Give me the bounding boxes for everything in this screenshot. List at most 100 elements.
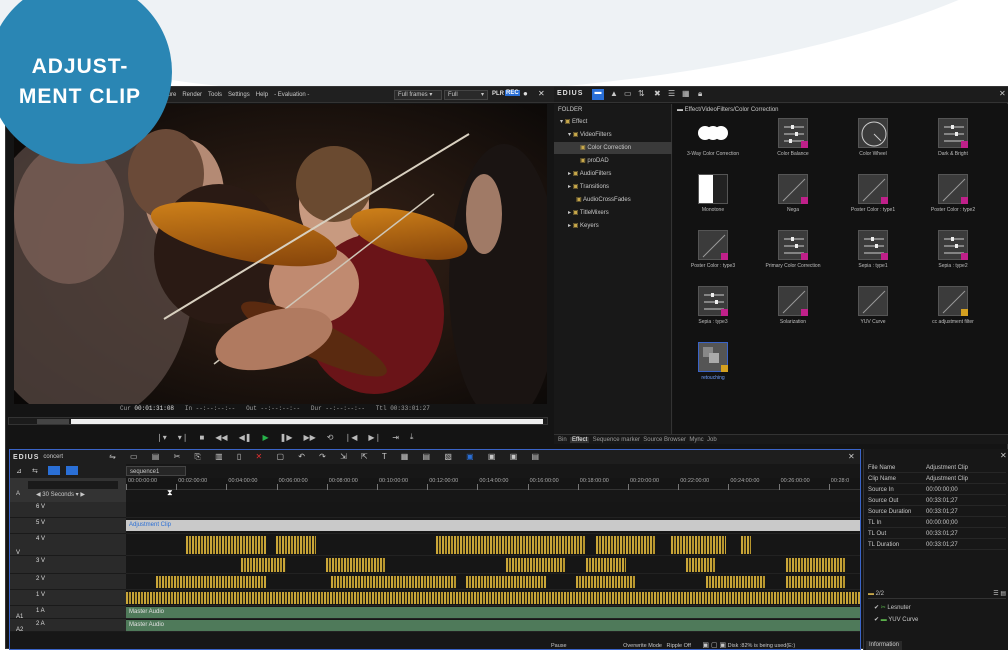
tree-color-correction[interactable]: ▣ Color Correction <box>554 142 672 154</box>
effect-cc-adjustment-filter[interactable]: cc adjustment filter <box>913 286 993 325</box>
menu-settings[interactable]: Settings <box>228 92 250 98</box>
tab-job[interactable]: Job <box>707 437 717 443</box>
lock-icon[interactable]: 🔒︎ <box>698 89 702 99</box>
video-clip[interactable] <box>741 536 751 554</box>
prev-edit-icon[interactable]: ❘◀ <box>344 433 357 442</box>
tab-source-browser[interactable]: Source Browser <box>643 437 686 443</box>
menu-help[interactable]: Help <box>256 92 268 98</box>
track-body[interactable] <box>126 502 860 518</box>
set-out-icon[interactable]: ▾❘ <box>178 433 189 442</box>
scale-select[interactable]: ◀ 30 Seconds ▾ ▶ <box>36 491 85 498</box>
timeline-toolbar[interactable]: ⇋ ▭ ▤ ✂ ⎘ ▥ ▯ ✕ ▢ ↶ ↷ ⇲ ⇱ T ▦ ▤ ▧ ▣ ▣ ▣ … <box>109 452 545 462</box>
effect-solarization[interactable]: Solarization <box>753 286 833 325</box>
track-body[interactable]: Master Audio <box>126 606 860 619</box>
track-header[interactable]: 2 V <box>10 574 126 590</box>
video-clip[interactable] <box>466 576 546 588</box>
track-header[interactable]: 3 V <box>10 556 126 574</box>
effect-color-wheel[interactable]: Color Wheel <box>833 118 913 157</box>
playhead-icon[interactable]: ⧗ <box>167 488 175 497</box>
loop-icon[interactable]: ⟲ <box>327 433 334 442</box>
effect-3way-color-correction[interactable]: 3-Way Color Correction <box>673 118 753 157</box>
player-scrub-bar[interactable] <box>8 417 548 425</box>
effect-dark-bright[interactable]: Dark & Bright <box>913 118 993 157</box>
stop-icon[interactable]: ■ <box>199 433 204 442</box>
video-clip[interactable] <box>586 558 626 572</box>
video-clip[interactable] <box>506 558 566 572</box>
video-clip[interactable] <box>241 558 286 572</box>
tree-audiofilters[interactable]: ▸ ▣ AudioFilters <box>568 168 611 180</box>
track-header[interactable]: 4 V <box>10 534 126 556</box>
tab-sequence-marker[interactable]: Sequence marker <box>593 437 640 443</box>
track-header[interactable]: 5 V <box>10 518 126 534</box>
track-body[interactable] <box>126 574 860 590</box>
tree-prodad[interactable]: ▣ proDAD <box>580 155 609 167</box>
video-clip[interactable] <box>576 576 636 588</box>
video-clip[interactable] <box>686 558 716 572</box>
step-forward-icon[interactable]: ❚▶ <box>280 433 293 442</box>
status-ripple[interactable]: Ripple Off <box>667 643 691 649</box>
info-close-icon[interactable]: ✕ <box>1000 451 1007 460</box>
sequence-tab[interactable]: sequence1 <box>126 466 186 476</box>
list-icon[interactable]: ☰ ▤ <box>993 589 1006 599</box>
sync-icon[interactable] <box>48 466 60 475</box>
effect-primary-color-correction[interactable]: Primary Color Correction <box>753 230 833 269</box>
grid-view-icon[interactable]: ▦ <box>682 89 690 98</box>
play-icon[interactable]: ▶ <box>262 433 268 442</box>
triangle-icon[interactable]: ▲ <box>610 89 618 98</box>
fast-forward-icon[interactable]: ▶▶ <box>303 433 315 442</box>
effect-poster-color-type2[interactable]: Poster Color : type2 <box>913 174 993 213</box>
tree-keyers[interactable]: ▸ ▣ Keyers <box>568 220 599 232</box>
frames-select[interactable]: Full frames ▾ <box>394 90 442 100</box>
effect-nega[interactable]: Nega <box>753 174 833 213</box>
tab-bin[interactable]: Bin <box>558 437 567 443</box>
video-clip[interactable] <box>786 576 846 588</box>
effects-close-icon[interactable]: ✕ <box>999 89 1006 98</box>
track-header[interactable]: 2 A <box>10 619 126 632</box>
sort-icon[interactable]: ⇅ <box>638 89 645 98</box>
next-edit-icon[interactable]: ▶❘ <box>368 433 381 442</box>
scale-slider[interactable] <box>28 481 118 489</box>
track-tool-icon[interactable]: ⊿ <box>16 467 22 475</box>
effect-monotone[interactable]: Monotone <box>673 174 753 213</box>
delete-icon[interactable]: ✖ <box>654 89 661 98</box>
video-clip[interactable] <box>276 536 316 554</box>
track-body[interactable] <box>126 534 860 556</box>
master-audio-clip[interactable]: Master Audio <box>126 620 860 631</box>
rewind-icon[interactable]: ◀◀ <box>215 433 227 442</box>
track-body[interactable]: Master Audio <box>126 619 860 632</box>
bin-icon[interactable]: ▭ <box>624 89 632 98</box>
video-clip[interactable] <box>186 536 266 554</box>
insert-icon[interactable]: ⇥ <box>392 433 399 442</box>
plr-button[interactable]: PLR <box>492 91 504 97</box>
master-audio-clip[interactable]: Master Audio <box>126 607 860 618</box>
link-icon[interactable] <box>66 466 78 475</box>
effect-poster-color-type1[interactable]: Poster Color : type1 <box>833 174 913 213</box>
effect-sepia-type3[interactable]: Sepia : type3 <box>673 286 753 325</box>
filter-lesnuter[interactable]: ✔ ✂ Lesnuter <box>874 604 911 614</box>
video-clip[interactable] <box>331 576 456 588</box>
overwrite-icon[interactable]: ⤓ <box>410 432 414 442</box>
status-mode[interactable]: Overwrite Mode <box>623 643 662 649</box>
timeline-close-icon[interactable]: ✕ <box>848 452 855 461</box>
step-back-icon[interactable]: ◀❚ <box>239 433 252 442</box>
menu-tools[interactable]: Tools <box>208 92 222 98</box>
video-clip[interactable] <box>706 576 766 588</box>
effect-yuv-curve[interactable]: YUV Curve <box>833 286 913 325</box>
track-header[interactable]: 6 V <box>10 502 126 518</box>
effect-sepia-type1[interactable]: Sepia : type1 <box>833 230 913 269</box>
track-body[interactable] <box>126 590 860 606</box>
tab-mync[interactable]: Mync <box>689 437 703 443</box>
rec-button[interactable]: REC <box>505 90 520 96</box>
effect-retouching[interactable]: retouching <box>673 342 753 381</box>
tree-titlemixers[interactable]: ▸ ▣ TitleMixers <box>568 207 609 219</box>
video-clip[interactable] <box>596 536 656 554</box>
track-body[interactable] <box>126 556 860 574</box>
track-body[interactable]: Adjustment Clip <box>126 518 860 534</box>
track-tool-icon[interactable]: ⇆ <box>32 467 38 475</box>
tree-videofilters[interactable]: ▾ ▣ VideoFilters <box>568 129 612 141</box>
quality-select[interactable]: Full ▾ <box>444 90 488 100</box>
video-clip[interactable] <box>326 558 386 572</box>
list-view-icon[interactable]: ☰ <box>668 89 675 98</box>
video-clip[interactable] <box>436 536 586 554</box>
video-clip[interactable] <box>671 536 726 554</box>
